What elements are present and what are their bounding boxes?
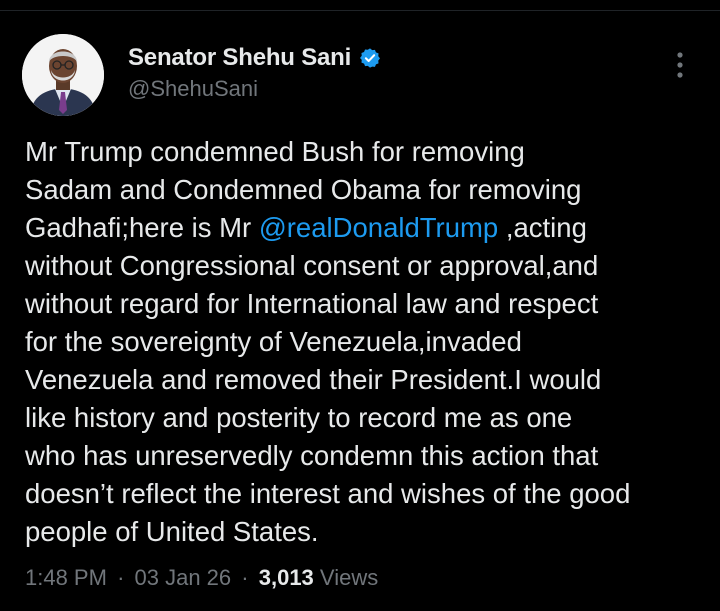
tweet-author: Senator Shehu Sani @ShehuSani — [128, 44, 381, 102]
avatar-photo — [22, 34, 104, 116]
tweet-text-line: without Congressional consent or approva… — [25, 250, 599, 281]
tweet-text-line: who has unreservedly condemn this action… — [25, 440, 599, 471]
author-handle[interactable]: @ShehuSani — [128, 76, 381, 102]
tweet-text-line: Gadhafi;here is Mr @realDonaldTrump ,act… — [25, 212, 587, 243]
tweet-text-line: people of United States. — [25, 516, 319, 547]
views-count[interactable]: 3,013 — [259, 565, 314, 590]
more-options-button[interactable] — [664, 50, 696, 84]
avatar[interactable] — [22, 34, 104, 116]
author-name-row: Senator Shehu Sani — [128, 44, 381, 72]
tweet-text-line: like history and posterity to record me … — [25, 402, 573, 433]
mention-link[interactable]: @realDonaldTrump — [259, 212, 498, 243]
tweet-text-line: without regard for International law and… — [25, 288, 599, 319]
tweet-date[interactable]: 03 Jan 26 — [135, 565, 232, 590]
more-vertical-icon — [676, 50, 684, 85]
meta-separator: · — [117, 565, 125, 590]
tweet-meta: 1:48 PM · 03 Jan 26 · 3,013 Views — [25, 565, 378, 591]
tweet-text-line: Sadam and Condemned Obama for removing — [25, 174, 582, 205]
tweet-text-line: Venezuela and removed their President.I … — [25, 364, 602, 395]
author-display-name[interactable]: Senator Shehu Sani — [128, 44, 351, 72]
tweet-text: Mr Trump condemned Bush for removing Sad… — [25, 133, 705, 551]
top-divider — [0, 0, 720, 11]
tweet-text-line: for the sovereignty of Venezuela,invaded — [25, 326, 522, 357]
meta-separator: · — [241, 565, 249, 590]
tweet-time[interactable]: 1:48 PM — [25, 565, 107, 590]
tweet-text-line: Mr Trump condemned Bush for removing — [25, 136, 525, 167]
verified-badge-icon — [359, 47, 381, 69]
views-label: Views — [319, 565, 379, 590]
tweet-text-line: doesn’t reflect the interest and wishes … — [25, 478, 631, 509]
